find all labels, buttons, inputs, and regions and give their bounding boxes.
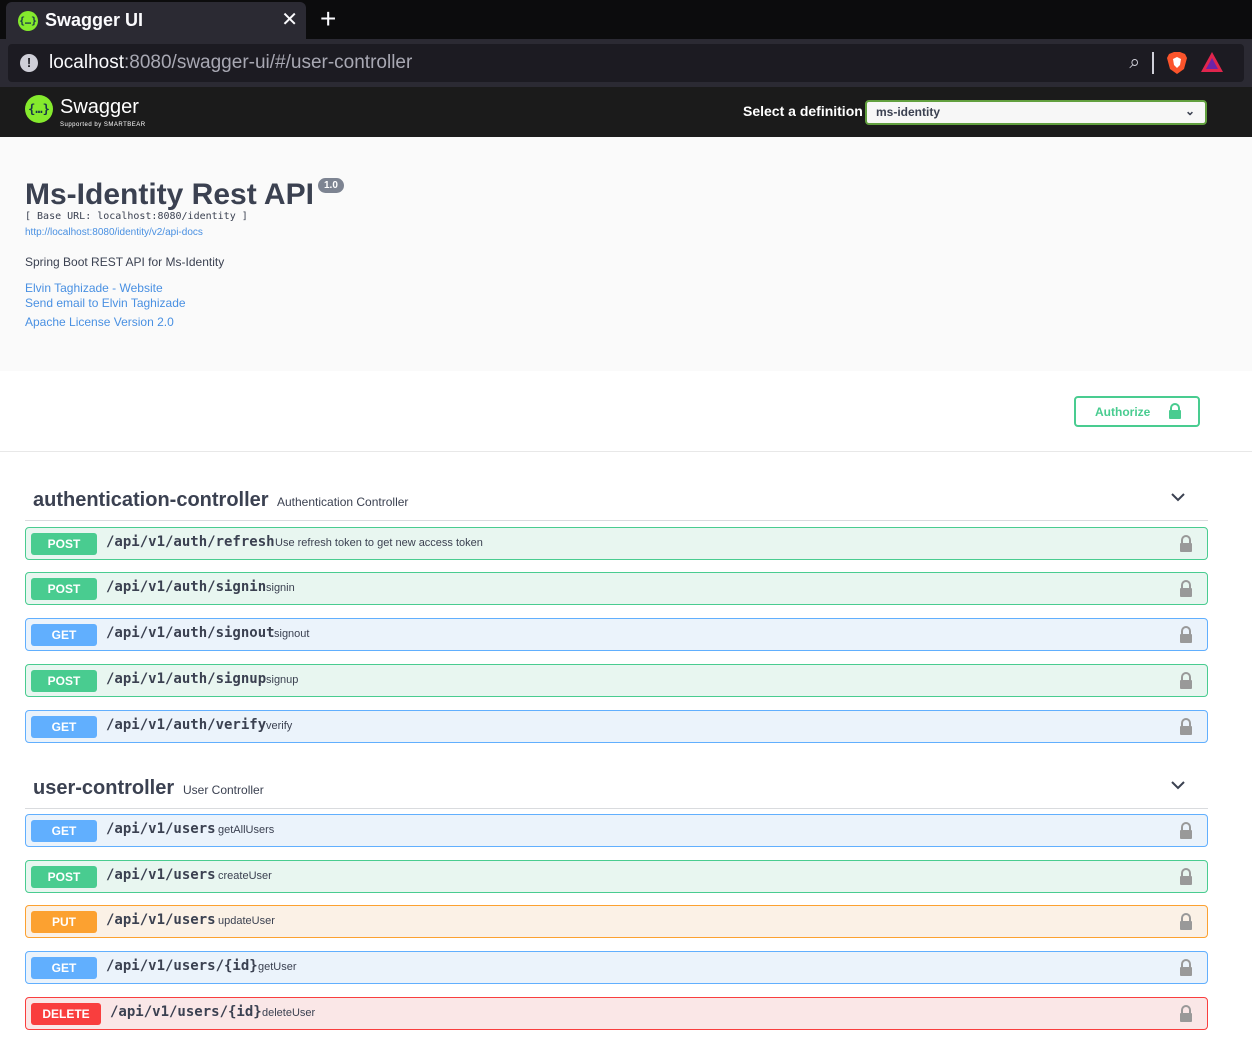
divider	[0, 451, 1252, 452]
api-docs-link[interactable]: http://localhost:8080/identity/v2/api-do…	[25, 227, 203, 238]
operation-row[interactable]: POST /api/v1/users createUser	[25, 860, 1208, 893]
api-title: Ms-Identity Rest API	[25, 178, 314, 211]
zoom-icon[interactable]: ⌕	[1129, 52, 1140, 74]
controller-description: Authentication Controller	[277, 495, 409, 509]
version-badge: 1.0	[318, 178, 344, 193]
operation-summary: deleteUser	[262, 1007, 316, 1019]
lock-icon[interactable]	[1179, 1005, 1193, 1023]
definition-value: ms-identity	[876, 105, 941, 119]
lock-icon[interactable]	[1179, 913, 1193, 931]
controller-header-authentication[interactable]: authentication-controller Authentication…	[25, 481, 1208, 521]
operation-summary: signout	[274, 628, 310, 640]
lock-icon[interactable]	[1179, 535, 1193, 553]
lock-icon[interactable]	[1179, 672, 1193, 690]
operation-path: /api/v1/auth/signup	[106, 671, 267, 687]
method-badge: POST	[31, 866, 97, 888]
operation-path: /api/v1/auth/signout	[106, 625, 275, 641]
operation-row[interactable]: POST /api/v1/auth/refresh Use refresh to…	[25, 527, 1208, 560]
authorize-label: Authorize	[1095, 405, 1151, 419]
operation-summary: signin	[266, 582, 295, 594]
url-text[interactable]: localhost:8080/swagger-ui/#/user-control…	[49, 52, 412, 74]
method-badge: PUT	[31, 911, 97, 933]
address-bar[interactable]: ! localhost:8080/swagger-ui/#/user-contr…	[8, 44, 1244, 82]
email-link[interactable]: Send email to Elvin Taghizade	[25, 296, 186, 310]
method-badge: GET	[31, 820, 97, 842]
controller-description: User Controller	[183, 783, 264, 797]
operation-path: /api/v1/users/{id}	[106, 958, 258, 974]
controller-name: authentication-controller	[33, 489, 269, 511]
close-tab-icon[interactable]: ✕	[281, 8, 298, 32]
url-path: :8080/swagger-ui/#/user-controller	[124, 52, 413, 73]
toolbar-separator	[1152, 52, 1154, 74]
operation-path: /api/v1/users/{id}	[110, 1004, 262, 1020]
operation-summary: signup	[266, 674, 299, 686]
method-badge: POST	[31, 578, 97, 600]
operation-path: /api/v1/auth/refresh	[106, 534, 275, 550]
api-info: Ms-Identity Rest API 1.0 [ Base URL: loc…	[0, 137, 1252, 371]
definition-label: Select a definition	[743, 103, 863, 119]
operation-row[interactable]: GET /api/v1/auth/signout signout	[25, 618, 1208, 651]
operation-row[interactable]: GET /api/v1/users getAllUsers	[25, 814, 1208, 847]
operation-row[interactable]: GET /api/v1/auth/verify verify	[25, 710, 1208, 743]
swagger-topbar: {…} Swagger Supported by SMARTBEAR Selec…	[0, 87, 1252, 137]
operation-path: /api/v1/users	[106, 867, 216, 883]
authorize-button[interactable]: Authorize	[1074, 396, 1200, 427]
operation-row[interactable]: POST /api/v1/auth/signup signup	[25, 664, 1208, 697]
base-url: [ Base URL: localhost:8080/identity ]	[25, 211, 248, 222]
controller-name: user-controller	[33, 777, 175, 799]
method-badge: GET	[31, 624, 97, 646]
lock-icon[interactable]	[1179, 959, 1193, 977]
site-info-icon[interactable]: !	[20, 54, 38, 72]
lock-icon[interactable]	[1179, 626, 1193, 644]
browser-toolbar: ! localhost:8080/swagger-ui/#/user-contr…	[0, 39, 1252, 87]
chevron-down-icon: ⌄	[1184, 104, 1195, 118]
chevron-down-icon[interactable]	[1170, 777, 1186, 793]
operation-row[interactable]: DELETE /api/v1/users/{id} deleteUser	[25, 997, 1208, 1030]
license-link[interactable]: Apache License Version 2.0	[25, 315, 174, 329]
operation-summary: Use refresh token to get new access toke…	[275, 537, 483, 549]
lock-icon[interactable]	[1179, 718, 1193, 736]
method-badge: POST	[31, 533, 97, 555]
brave-shields-icon[interactable]	[1166, 51, 1188, 75]
method-badge: POST	[31, 670, 97, 692]
operation-row[interactable]: GET /api/v1/users/{id} getUser	[25, 951, 1208, 984]
api-description: Spring Boot REST API for Ms-Identity	[25, 255, 225, 269]
browser-tab[interactable]: {…} Swagger UI ✕	[6, 2, 306, 39]
website-link[interactable]: Elvin Taghizade - Website	[25, 281, 163, 295]
operation-summary: updateUser	[218, 915, 275, 927]
tab-title: Swagger UI	[45, 10, 144, 30]
operation-row[interactable]: POST /api/v1/auth/signin signin	[25, 572, 1208, 605]
new-tab-icon[interactable]: +	[320, 4, 336, 34]
swagger-favicon-icon: {…}	[18, 11, 38, 31]
method-badge: GET	[31, 957, 97, 979]
brave-rewards-icon[interactable]	[1200, 51, 1224, 73]
chevron-down-icon[interactable]	[1170, 489, 1186, 505]
operation-path: /api/v1/users	[106, 821, 216, 837]
controller-header-user[interactable]: user-controller User Controller	[25, 769, 1208, 809]
operation-path: /api/v1/auth/signin	[106, 579, 267, 595]
definition-select[interactable]: ms-identity ⌄	[865, 100, 1207, 125]
browser-tab-bar: {…} Swagger UI ✕ +	[0, 0, 1252, 39]
swagger-logo-text[interactable]: Swagger	[60, 96, 139, 119]
url-host: localhost	[49, 52, 124, 73]
lock-icon[interactable]	[1179, 580, 1193, 598]
swagger-logo-icon[interactable]: {…}	[25, 95, 53, 123]
operation-summary: getAllUsers	[218, 824, 275, 836]
lock-icon[interactable]	[1179, 868, 1193, 886]
method-badge: DELETE	[31, 1003, 101, 1025]
operation-path: /api/v1/users	[106, 912, 216, 928]
method-badge: GET	[31, 716, 97, 738]
operation-path: /api/v1/auth/verify	[106, 717, 267, 733]
lock-icon	[1169, 403, 1181, 419]
operation-row[interactable]: PUT /api/v1/users updateUser	[25, 905, 1208, 938]
swagger-logo-subtitle: Supported by SMARTBEAR	[60, 122, 146, 128]
operation-summary: verify	[266, 720, 293, 732]
operation-summary: createUser	[218, 870, 272, 882]
lock-icon[interactable]	[1179, 822, 1193, 840]
operation-summary: getUser	[258, 961, 297, 973]
